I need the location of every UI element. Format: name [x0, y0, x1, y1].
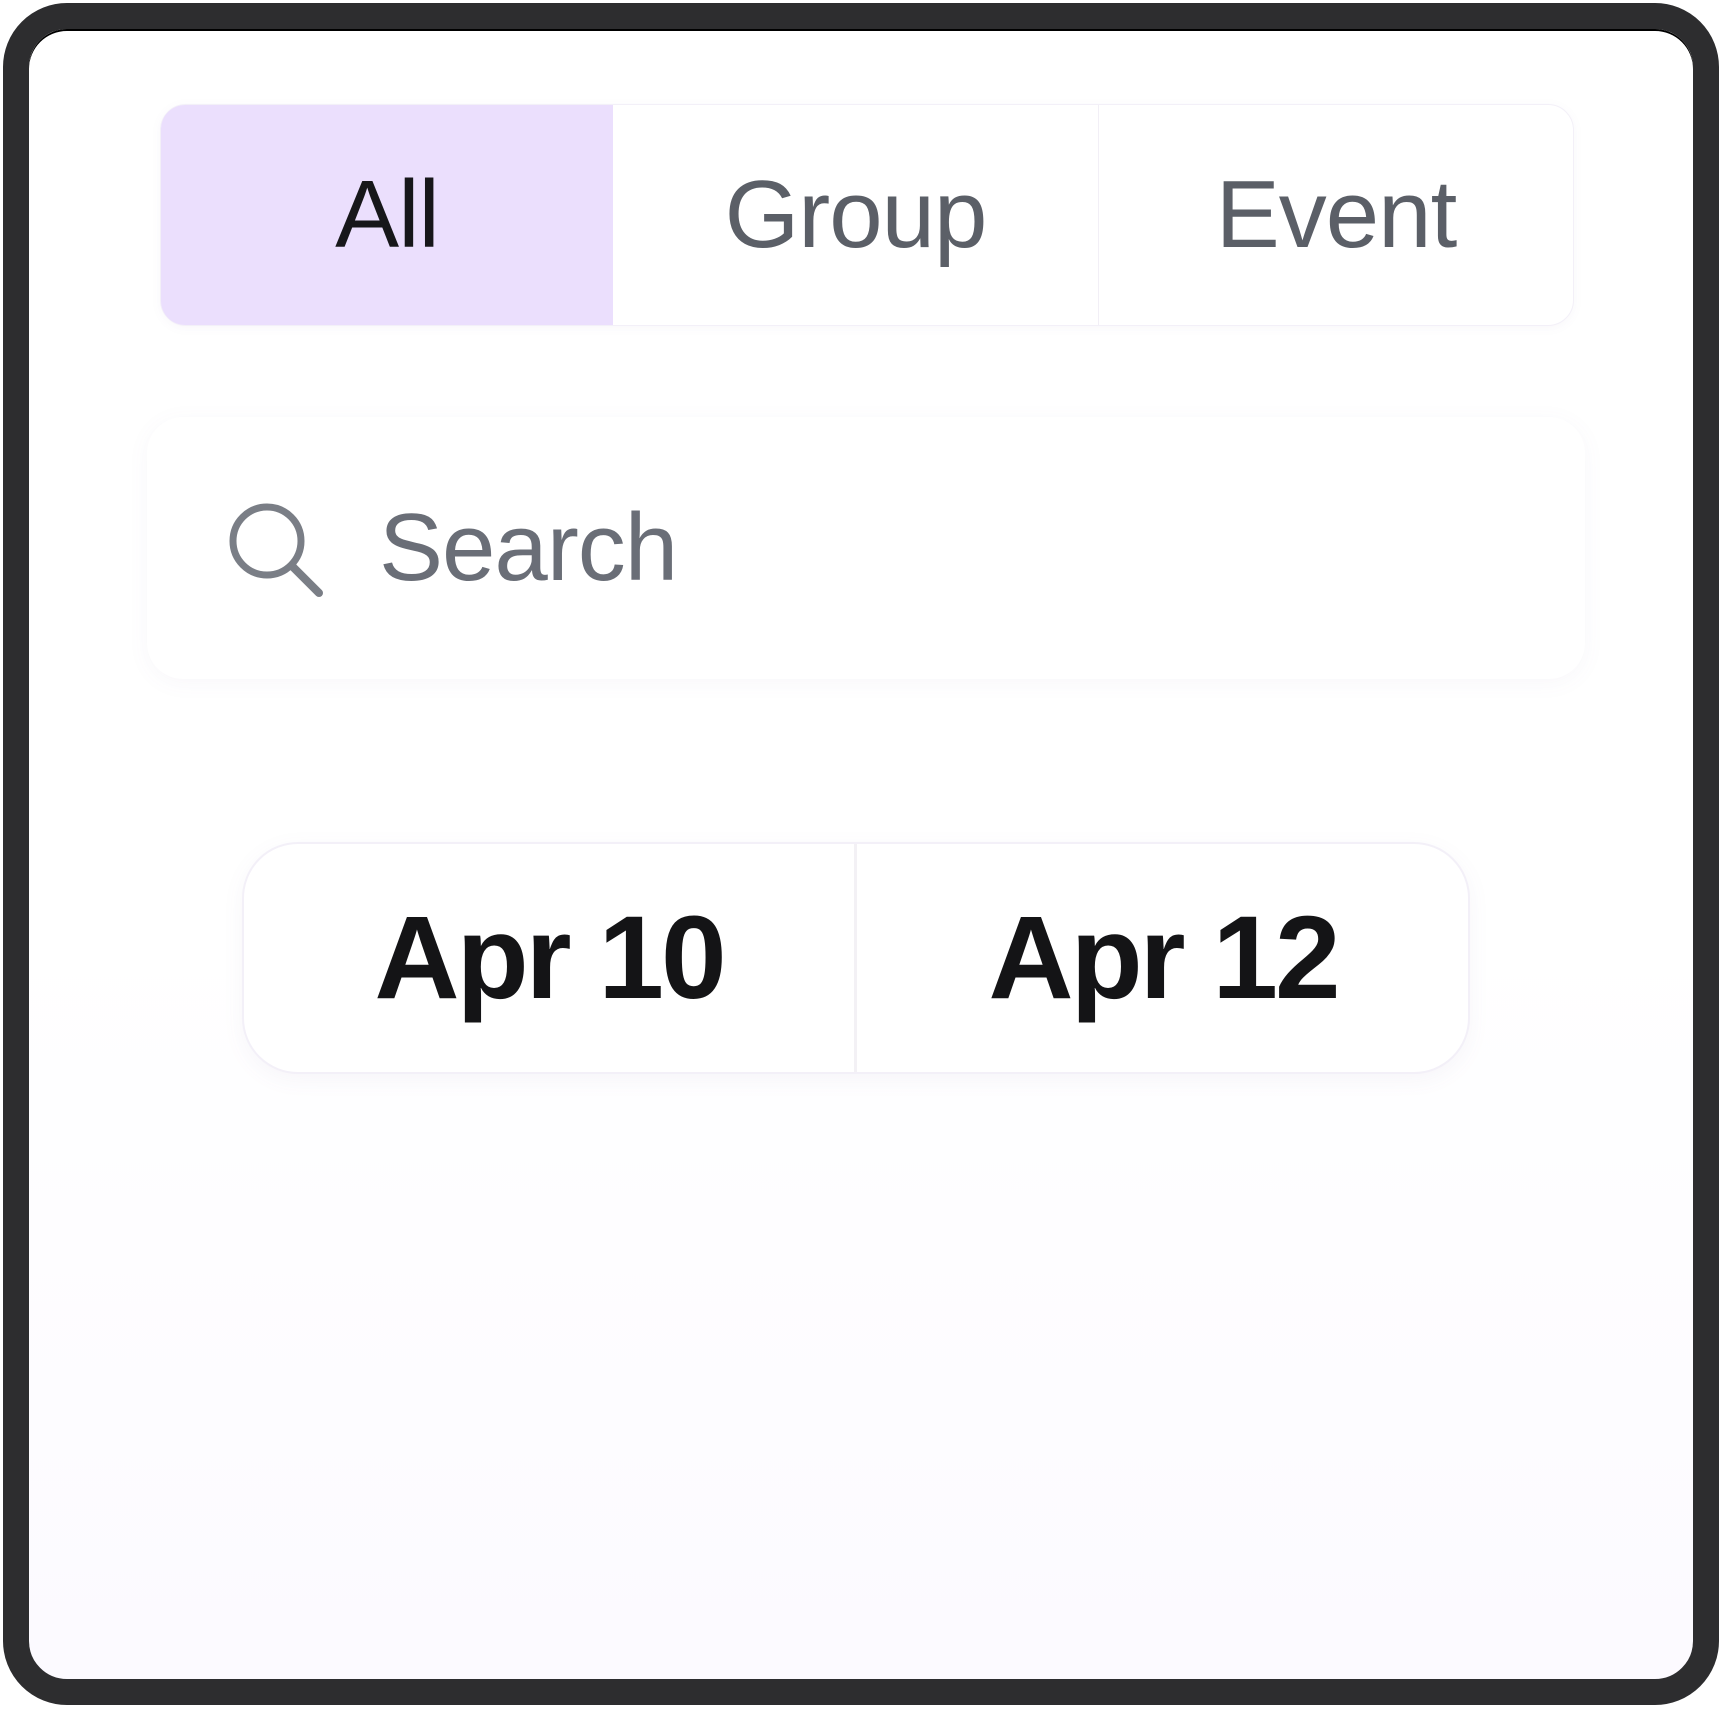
tab-event[interactable]: Event	[1099, 105, 1573, 325]
search-input[interactable]: Search	[147, 417, 1585, 679]
filter-tabs: All Group Event	[160, 104, 1574, 326]
date-range: Apr 10 Apr 12	[242, 842, 1470, 1074]
app-frame: All Group Event Search Apr 10 Apr 12	[3, 3, 1719, 1705]
search-placeholder: Search	[379, 494, 678, 601]
search-icon	[229, 503, 323, 597]
tab-group[interactable]: Group	[613, 105, 1099, 325]
end-date-button[interactable]: Apr 12	[857, 844, 1469, 1072]
tab-all[interactable]: All	[161, 105, 613, 325]
start-date-button[interactable]: Apr 10	[244, 844, 857, 1072]
